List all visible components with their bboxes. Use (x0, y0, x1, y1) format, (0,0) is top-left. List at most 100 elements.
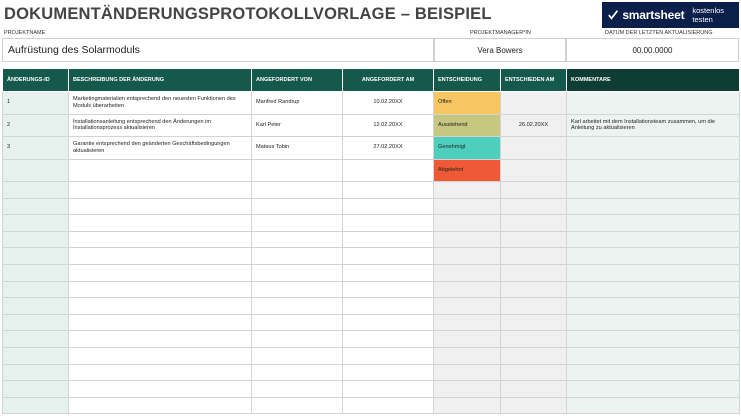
cell-decision[interactable] (433, 230, 501, 249)
cell-description[interactable] (68, 197, 252, 216)
cell-requested-on[interactable] (342, 181, 434, 199)
cell-decided-on[interactable] (500, 363, 567, 382)
cell-requested-by[interactable] (251, 330, 343, 348)
cell-decided-on[interactable] (500, 280, 567, 299)
cell-comment[interactable] (566, 230, 740, 249)
cell-requested-by[interactable]: Karl Peter (251, 113, 343, 137)
cell-change-id[interactable] (2, 247, 69, 265)
cell-requested-on[interactable] (342, 380, 434, 398)
cell-decision[interactable] (433, 247, 501, 265)
cell-description[interactable] (68, 214, 252, 232)
cell-change-id[interactable] (2, 214, 69, 232)
cell-decision[interactable] (433, 280, 501, 299)
cell-description[interactable] (68, 297, 252, 315)
cell-description[interactable] (68, 330, 252, 348)
cell-description[interactable] (68, 313, 252, 332)
cell-decision[interactable] (433, 346, 501, 365)
cell-change-id[interactable] (2, 297, 69, 315)
cell-description[interactable] (68, 380, 252, 398)
cell-requested-by[interactable] (251, 380, 343, 398)
cell-change-id[interactable]: 3 (2, 136, 69, 160)
cell-description[interactable] (68, 181, 252, 199)
cell-requested-by[interactable] (251, 396, 343, 415)
cell-requested-by[interactable] (251, 214, 343, 232)
cell-decided-on[interactable] (500, 263, 567, 282)
last-update-field[interactable]: 00.00.0000 (566, 38, 739, 62)
cell-decision[interactable] (433, 363, 501, 382)
cell-comment[interactable] (566, 346, 740, 365)
cell-description[interactable] (68, 346, 252, 365)
cell-requested-on[interactable] (342, 247, 434, 265)
cell-decision[interactable] (433, 380, 501, 398)
cell-requested-on[interactable] (342, 158, 434, 182)
cell-change-id[interactable] (2, 263, 69, 282)
cell-decision[interactable]: Abgelehnt (433, 158, 501, 182)
cell-comment[interactable] (566, 181, 740, 199)
cell-description[interactable] (68, 396, 252, 415)
cell-description[interactable]: Installationsanleitung entsprechend den … (68, 113, 252, 137)
cell-decision[interactable]: Offen (433, 91, 501, 115)
cell-decided-on[interactable] (500, 313, 567, 332)
cell-decided-on[interactable] (500, 158, 567, 182)
cell-description[interactable] (68, 280, 252, 299)
cell-description[interactable]: Marketingmaterialien entsprechend den ne… (68, 91, 252, 115)
project-name-field[interactable]: Aufrüstung des Solarmoduls (2, 38, 434, 62)
cell-requested-by[interactable]: Manfred Randrup (251, 91, 343, 115)
cell-change-id[interactable] (2, 197, 69, 216)
cell-requested-on[interactable] (342, 396, 434, 415)
cell-decided-on[interactable] (500, 346, 567, 365)
cell-requested-on[interactable] (342, 363, 434, 382)
project-manager-field[interactable]: Vera Bowers (434, 38, 566, 62)
cell-change-id[interactable] (2, 280, 69, 299)
cell-comment[interactable] (566, 263, 740, 282)
cell-comment[interactable] (566, 380, 740, 398)
cell-change-id[interactable] (2, 330, 69, 348)
cell-requested-on[interactable]: 27.02.20XX (342, 136, 434, 160)
cell-change-id[interactable] (2, 346, 69, 365)
cell-decision[interactable] (433, 197, 501, 216)
cell-decided-on[interactable] (500, 330, 567, 348)
cell-change-id[interactable] (2, 396, 69, 415)
cell-decision[interactable]: Ausstehend (433, 113, 501, 137)
cell-requested-on[interactable] (342, 230, 434, 249)
cell-decided-on[interactable] (500, 181, 567, 199)
cell-decided-on[interactable] (500, 247, 567, 265)
cell-comment[interactable] (566, 396, 740, 415)
cell-decision[interactable] (433, 330, 501, 348)
cell-comment[interactable] (566, 247, 740, 265)
cell-requested-on[interactable]: 12.02.20XX (342, 113, 434, 137)
cell-comment[interactable] (566, 363, 740, 382)
cell-decision[interactable] (433, 214, 501, 232)
cell-requested-on[interactable] (342, 330, 434, 348)
cell-requested-by[interactable] (251, 197, 343, 216)
cell-requested-on[interactable] (342, 214, 434, 232)
cell-requested-by[interactable] (251, 247, 343, 265)
cell-decided-on[interactable] (500, 380, 567, 398)
cell-decided-on[interactable] (500, 214, 567, 232)
cell-description[interactable] (68, 230, 252, 249)
cell-decision[interactable] (433, 297, 501, 315)
cell-description[interactable] (68, 263, 252, 282)
cell-decided-on[interactable] (500, 230, 567, 249)
cell-requested-by[interactable] (251, 313, 343, 332)
cell-change-id[interactable] (2, 313, 69, 332)
cell-decision[interactable]: Genehmigt (433, 136, 501, 160)
cell-decision[interactable] (433, 181, 501, 199)
cell-change-id[interactable] (2, 181, 69, 199)
cell-requested-by[interactable] (251, 280, 343, 299)
cell-requested-on[interactable] (342, 280, 434, 299)
cell-decided-on[interactable] (500, 396, 567, 415)
cell-change-id[interactable] (2, 363, 69, 382)
cell-comment[interactable] (566, 313, 740, 332)
cell-decided-on[interactable] (500, 136, 567, 160)
cell-comment[interactable] (566, 330, 740, 348)
cell-change-id[interactable]: 2 (2, 113, 69, 137)
cell-comment[interactable] (566, 91, 740, 115)
cell-decided-on[interactable]: 26.02.20XX (500, 113, 567, 137)
cell-description[interactable] (68, 247, 252, 265)
smartsheet-trial-banner[interactable]: smartsheet kostenlos testen (602, 2, 739, 28)
cell-requested-by[interactable] (251, 346, 343, 365)
cell-description[interactable] (68, 158, 252, 182)
cell-requested-on[interactable] (342, 197, 434, 216)
cell-decision[interactable] (433, 313, 501, 332)
